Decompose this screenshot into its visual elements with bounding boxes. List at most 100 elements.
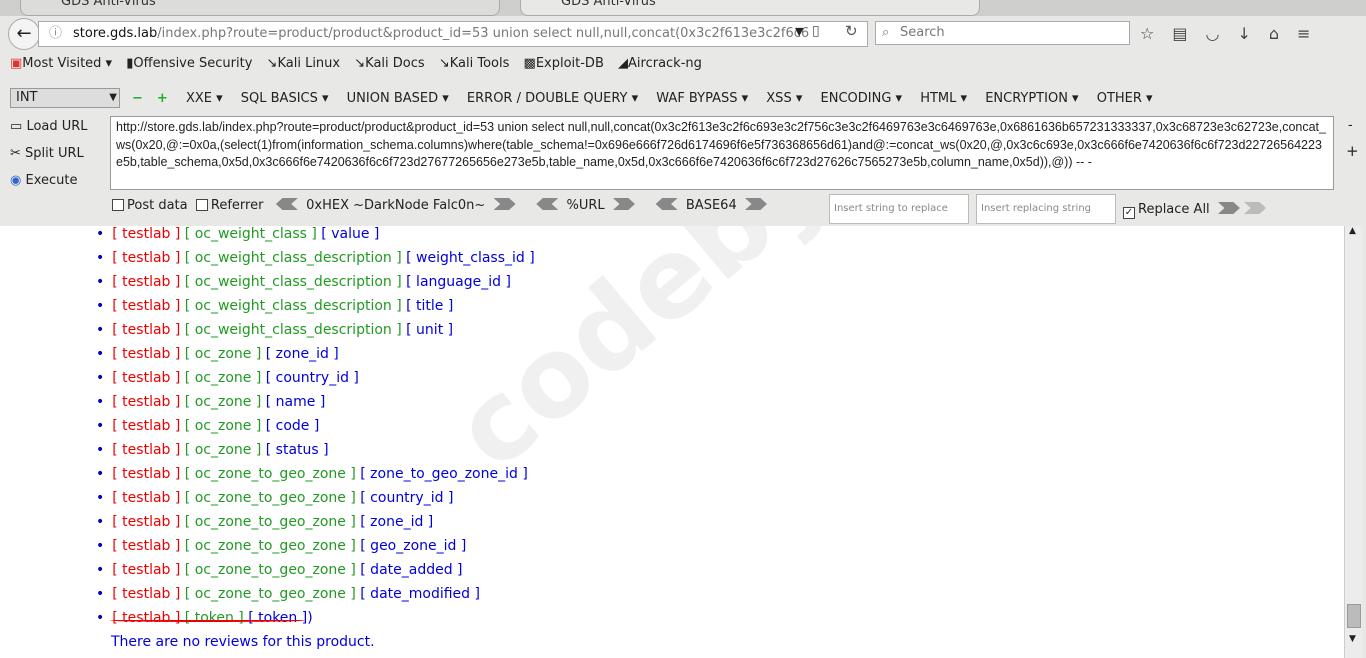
bookmark-offensive-security[interactable]: ▮Offensive Security bbox=[126, 56, 252, 71]
execute-button[interactable]: ◉ Execute bbox=[10, 173, 77, 188]
clipboard-icon[interactable]: ▤ bbox=[1172, 24, 1205, 43]
url-encode-arrow-icon[interactable] bbox=[536, 198, 559, 210]
menu-xxe[interactable]: XXE ▾ bbox=[186, 91, 223, 106]
expand-icon[interactable]: + bbox=[1346, 142, 1359, 160]
checkbox-label: Post data bbox=[127, 198, 188, 213]
list-item: [ testlab ] [ oc_zone ] [ name ] bbox=[96, 394, 535, 418]
scrollbar-thumb[interactable] bbox=[1347, 604, 1361, 628]
replace-all-checkbox[interactable]: ✓ Replace All bbox=[1123, 202, 1267, 219]
list-item: [ testlab ] [ oc_zone_to_geo_zone ] [ da… bbox=[96, 562, 535, 586]
bookmark-label: Kali Docs bbox=[365, 56, 425, 71]
menu-xss[interactable]: XSS ▾ bbox=[766, 91, 802, 106]
table-name: [ oc_zone_to_geo_zone ] bbox=[184, 538, 356, 554]
tab-active[interactable]: GDS Anti-Virus bbox=[520, 0, 980, 16]
list-item: [ testlab ] [ oc_weight_class_descriptio… bbox=[96, 322, 535, 346]
search-icon: ⌕ bbox=[882, 25, 890, 40]
referrer-checkbox[interactable]: Referrer bbox=[195, 198, 264, 213]
bookmark-most-visited[interactable]: ▣Most Visited ▾ bbox=[10, 56, 112, 71]
table-name: [ oc_zone_to_geo_zone ] bbox=[184, 562, 356, 578]
play-icon: ◉ bbox=[10, 173, 22, 188]
table-name: [ oc_zone ] bbox=[184, 370, 262, 386]
table-name: [ oc_zone_to_geo_zone ] bbox=[184, 490, 356, 506]
base64-encode-arrow-icon[interactable] bbox=[655, 198, 678, 210]
bookmark-exploit-db[interactable]: ▩Exploit-DB bbox=[524, 56, 604, 71]
bookmark-kali-tools[interactable]: ↘Kali Tools bbox=[439, 56, 510, 71]
home-icon[interactable]: ⌂ bbox=[1269, 24, 1297, 43]
download-icon[interactable]: ↓ bbox=[1237, 24, 1268, 43]
reader-icon[interactable]: ▯ bbox=[812, 23, 820, 39]
shrink-icon[interactable]: - bbox=[1348, 118, 1353, 133]
hex-label: 0xHEX ~DarkNode Falc0n~ bbox=[306, 198, 486, 213]
menu-encryption[interactable]: ENCRYPTION ▾ bbox=[985, 91, 1078, 106]
url-decode-arrow-icon[interactable] bbox=[612, 198, 635, 210]
address-bar[interactable]: ⓘ store.gds.lab/index.php?route=product/p… bbox=[38, 21, 868, 47]
hex-encode-arrow-icon[interactable] bbox=[275, 198, 298, 210]
menu-html[interactable]: HTML ▾ bbox=[920, 91, 967, 106]
bookmark-kali-linux[interactable]: ↘Kali Linux bbox=[267, 56, 341, 71]
table-name: [ oc_zone ] bbox=[184, 418, 262, 434]
column-name: [ zone_id ] bbox=[265, 346, 339, 362]
table-name: [ oc_zone ] bbox=[184, 346, 262, 362]
url-label: %URL bbox=[566, 198, 605, 213]
back-button[interactable]: ← bbox=[8, 18, 40, 50]
column-name: [ name ] bbox=[265, 394, 326, 410]
list-item: [ testlab ] [ oc_zone ] [ country_id ] bbox=[96, 370, 535, 394]
checkbox-label: Referrer bbox=[210, 198, 264, 213]
bookmark-aircrack[interactable]: ◢Aircrack-ng bbox=[618, 56, 702, 71]
tab[interactable]: GDS Anti-Virus bbox=[20, 0, 500, 16]
nav-bar: ← ⓘ store.gds.lab/index.php?route=product… bbox=[0, 16, 1366, 50]
bookmark-kali-docs[interactable]: ↘Kali Docs bbox=[354, 56, 424, 71]
hex-decode-arrow-icon[interactable] bbox=[493, 198, 516, 210]
type-select[interactable]: INT ▼ bbox=[10, 88, 120, 108]
menu-waf-bypass[interactable]: WAF BYPASS ▾ bbox=[656, 91, 748, 106]
replace-input[interactable]: Insert string to replace bbox=[829, 194, 969, 224]
url-host: store.gds.lab bbox=[73, 26, 158, 41]
table-name: [ oc_zone ] bbox=[184, 394, 262, 410]
vertical-scrollbar[interactable]: ▲ ▼ bbox=[1344, 226, 1362, 658]
list-item: [ testlab ] [ oc_zone ] [ status ] bbox=[96, 442, 535, 466]
schema-name: [ testlab ] bbox=[112, 514, 181, 530]
bookmark-star-icon[interactable]: ☆ bbox=[1140, 24, 1172, 43]
table-name: [ token ] bbox=[184, 610, 244, 626]
tab-strip: GDS Anti-Virus GDS Anti-Virus bbox=[0, 0, 1366, 16]
replace-back-arrow-icon[interactable] bbox=[1244, 202, 1267, 214]
hackbar-options: Post data Referrer 0xHEX ~DarkNode Falc0… bbox=[112, 198, 767, 213]
increase-icon[interactable]: + bbox=[157, 91, 168, 106]
column-name: [ value ] bbox=[321, 226, 380, 242]
post-data-checkbox[interactable]: Post data bbox=[112, 198, 188, 213]
schema-name: [ testlab ] bbox=[112, 322, 181, 338]
schema-name: [ testlab ] bbox=[112, 418, 181, 434]
page-content: codeby.net [ testlab ] [ oc_weight_class… bbox=[0, 226, 1344, 658]
query-textarea[interactable]: http://store.gds.lab/index.php?route=pro… bbox=[110, 116, 1334, 190]
list-item: [ testlab ] [ oc_weight_class_descriptio… bbox=[96, 274, 535, 298]
menu-sql-basics[interactable]: SQL BASICS ▾ bbox=[241, 91, 329, 106]
scroll-up-icon[interactable]: ▲ bbox=[1349, 226, 1356, 236]
list-item: [ testlab ] [ oc_zone ] [ code ] bbox=[96, 418, 535, 442]
scroll-down-icon[interactable]: ▼ bbox=[1349, 634, 1356, 644]
schema-name: [ testlab ] bbox=[112, 490, 181, 506]
info-icon[interactable]: ⓘ bbox=[49, 22, 62, 46]
decrease-icon[interactable]: − bbox=[132, 91, 143, 106]
schema-name: [ testlab ] bbox=[112, 250, 181, 266]
base64-decode-arrow-icon[interactable] bbox=[744, 198, 767, 210]
replacing-input[interactable]: Insert replacing string bbox=[976, 194, 1116, 224]
menu-icon[interactable]: ≡ bbox=[1297, 24, 1328, 43]
menu-union-based[interactable]: UNION BASED ▾ bbox=[347, 91, 449, 106]
bookmark-label: Kali Tools bbox=[449, 56, 510, 71]
menu-encoding[interactable]: ENCODING ▾ bbox=[821, 91, 903, 106]
menu-other[interactable]: OTHER ▾ bbox=[1097, 91, 1153, 106]
split-url-button[interactable]: ✂ Split URL bbox=[10, 146, 84, 161]
replace-arrow-icon[interactable] bbox=[1217, 202, 1240, 214]
reload-icon[interactable]: ↻ bbox=[845, 22, 858, 40]
scissors-icon: ✂ bbox=[10, 146, 21, 161]
column-name: [ unit ] bbox=[406, 322, 454, 338]
button-label: Split URL bbox=[25, 146, 84, 161]
bookmark-label: Aircrack-ng bbox=[628, 56, 702, 71]
menu-error-double-query[interactable]: ERROR / DOUBLE QUERY ▾ bbox=[467, 91, 638, 106]
load-url-button[interactable]: ▭ Load URL bbox=[10, 119, 88, 134]
list-item: [ testlab ] [ oc_zone_to_geo_zone ] [ co… bbox=[96, 490, 535, 514]
pocket-icon[interactable]: ◡ bbox=[1205, 24, 1237, 43]
search-input[interactable]: ⌕ Search bbox=[875, 21, 1130, 45]
folder-icon: ▣ bbox=[10, 56, 23, 71]
dropdown-icon[interactable]: ▼ bbox=[795, 25, 803, 38]
